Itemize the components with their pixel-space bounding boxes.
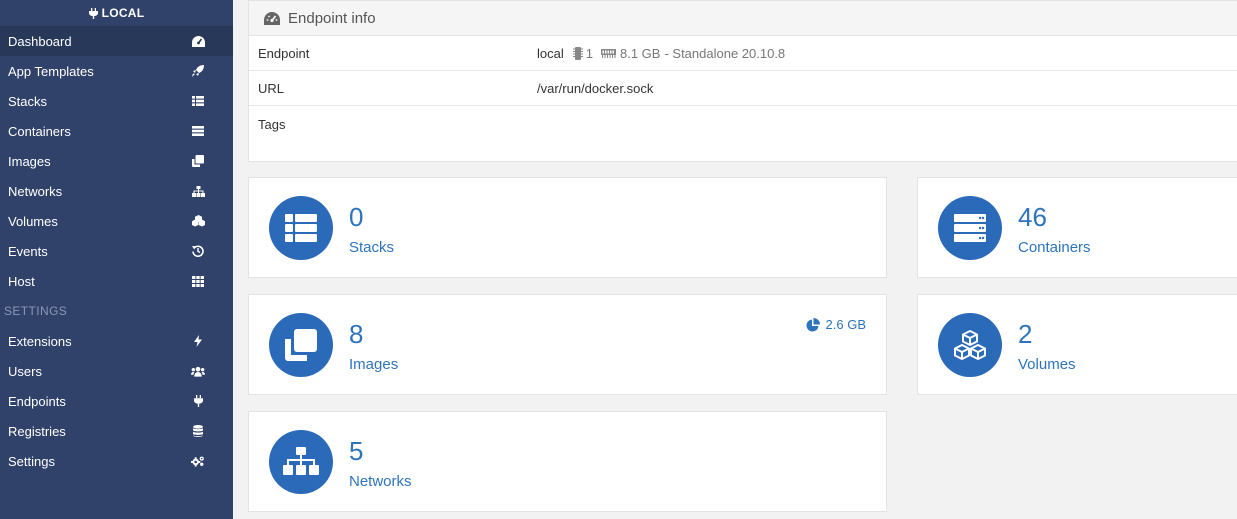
dashboard-icon [191, 34, 205, 48]
cubes-icon [191, 214, 205, 228]
server-icon [191, 124, 205, 138]
sidebar: LOCAL Dashboard App Templates Stacks Con… [0, 0, 233, 519]
pie-chart-icon [806, 317, 820, 331]
sidebar-item-label: Images [8, 153, 51, 169]
sidebar-item-label: Host [8, 273, 35, 289]
sidebar-item-settings[interactable]: Settings [0, 446, 233, 476]
list-icon [285, 214, 317, 242]
memory-icon [600, 49, 616, 58]
clone-icon [285, 329, 317, 361]
sidebar-item-label: Endpoints [8, 393, 66, 409]
endpoint-row: Endpoint local 1 8.1 GB - Standalone 20.… [249, 36, 1237, 71]
stacks-icon-circle [269, 196, 333, 260]
volumes-icon-circle [938, 313, 1002, 377]
networks-label: Networks [349, 473, 412, 490]
cogs-icon [191, 454, 205, 468]
users-icon [191, 364, 205, 378]
sidebar-item-app-templates[interactable]: App Templates [0, 56, 233, 86]
containers-label: Containers [1018, 239, 1091, 256]
sidebar-item-endpoints[interactable]: Endpoints [0, 386, 233, 416]
stacks-label: Stacks [349, 239, 395, 256]
bolt-icon [191, 334, 205, 348]
sidebar-item-extensions[interactable]: Extensions [0, 326, 233, 356]
url-value: /var/run/docker.sock [537, 80, 654, 96]
tags-label: Tags [258, 116, 286, 132]
memory-value: 8.1 GB [619, 45, 661, 61]
volumes-label: Volumes [1018, 356, 1076, 373]
plug-icon [88, 7, 98, 19]
sidebar-item-label: Dashboard [8, 33, 72, 49]
sidebar-item-networks[interactable]: Networks [0, 176, 233, 206]
database-icon [191, 424, 205, 438]
sidebar-item-label: Containers [8, 123, 71, 139]
stacks-count: 0 [349, 202, 364, 232]
sidebar-item-label: Events [8, 243, 48, 259]
images-count: 8 [349, 319, 364, 349]
rocket-icon [191, 64, 205, 78]
containers-icon-circle [938, 196, 1002, 260]
networks-icon-circle [269, 430, 333, 494]
clone-icon [191, 154, 205, 168]
images-icon-circle [269, 313, 333, 377]
images-size-value: 2.6 GB [825, 317, 866, 332]
list-icon [191, 94, 205, 108]
endpoint-info-panel: Endpoint info Endpoint local 1 8.1 GB - … [248, 0, 1237, 162]
sidebar-item-host[interactable]: Host [0, 266, 233, 296]
dashboard-icon [264, 11, 280, 25]
server-icon [954, 214, 986, 242]
sidebar-item-dashboard[interactable]: Dashboard [0, 26, 233, 56]
sidebar-item-events[interactable]: Events [0, 236, 233, 266]
sidebar-item-label: App Templates [8, 63, 94, 79]
networks-tile[interactable]: 5 Networks [248, 411, 887, 512]
volumes-count: 2 [1018, 319, 1033, 349]
endpoint-header: LOCAL [0, 0, 233, 26]
sidebar-item-label: Volumes [8, 213, 58, 229]
history-icon [191, 244, 205, 258]
sidebar-item-volumes[interactable]: Volumes [0, 206, 233, 236]
containers-tile[interactable]: 46 Containers [917, 177, 1237, 278]
sidebar-item-label: Users [8, 363, 42, 379]
sidebar-item-containers[interactable]: Containers [0, 116, 233, 146]
sidebar-item-registries[interactable]: Registries [0, 416, 233, 446]
url-label: URL [258, 80, 285, 96]
sidebar-item-images[interactable]: Images [0, 146, 233, 176]
sidebar-item-label: Stacks [8, 93, 48, 109]
sidebar-item-users[interactable]: Users [0, 356, 233, 386]
sidebar-item-stacks[interactable]: Stacks [0, 86, 233, 116]
cubes-icon [954, 330, 986, 360]
cpu-count: 1 [585, 45, 593, 61]
sidebar-item-label: Extensions [8, 333, 72, 349]
panel-title: Endpoint info [288, 9, 376, 27]
sidebar-item-label: Networks [8, 183, 63, 199]
microchip-icon [572, 46, 583, 60]
th-icon [191, 274, 205, 288]
sidebar-item-label: Registries [8, 423, 66, 439]
engine-mode: - Standalone 20.10.8 [664, 45, 786, 61]
url-row: URL /var/run/docker.sock [249, 71, 1237, 106]
networks-count: 5 [349, 436, 364, 466]
endpoint-info-header: Endpoint info [249, 1, 1237, 36]
tags-row: Tags [249, 106, 1237, 142]
endpoint-label: Endpoint [258, 45, 310, 61]
images-tile[interactable]: 8 Images 2.6 GB [248, 294, 887, 395]
plug-icon [191, 394, 205, 408]
sidebar-item-label: Settings [8, 453, 55, 469]
endpoint-value: local 1 8.1 GB - Standalone 20.10.8 [537, 46, 785, 61]
containers-count: 46 [1018, 202, 1047, 232]
images-size: 2.6 GB [806, 317, 866, 332]
endpoint-name-value: local [537, 45, 564, 61]
sitemap-icon [191, 184, 205, 198]
images-label: Images [349, 356, 399, 373]
sitemap-icon [283, 447, 319, 475]
volumes-tile[interactable]: 2 Volumes [917, 294, 1237, 395]
stacks-tile[interactable]: 0 Stacks [248, 177, 887, 278]
endpoint-name: LOCAL [101, 6, 145, 20]
settings-section-label: SETTINGS [4, 304, 68, 318]
